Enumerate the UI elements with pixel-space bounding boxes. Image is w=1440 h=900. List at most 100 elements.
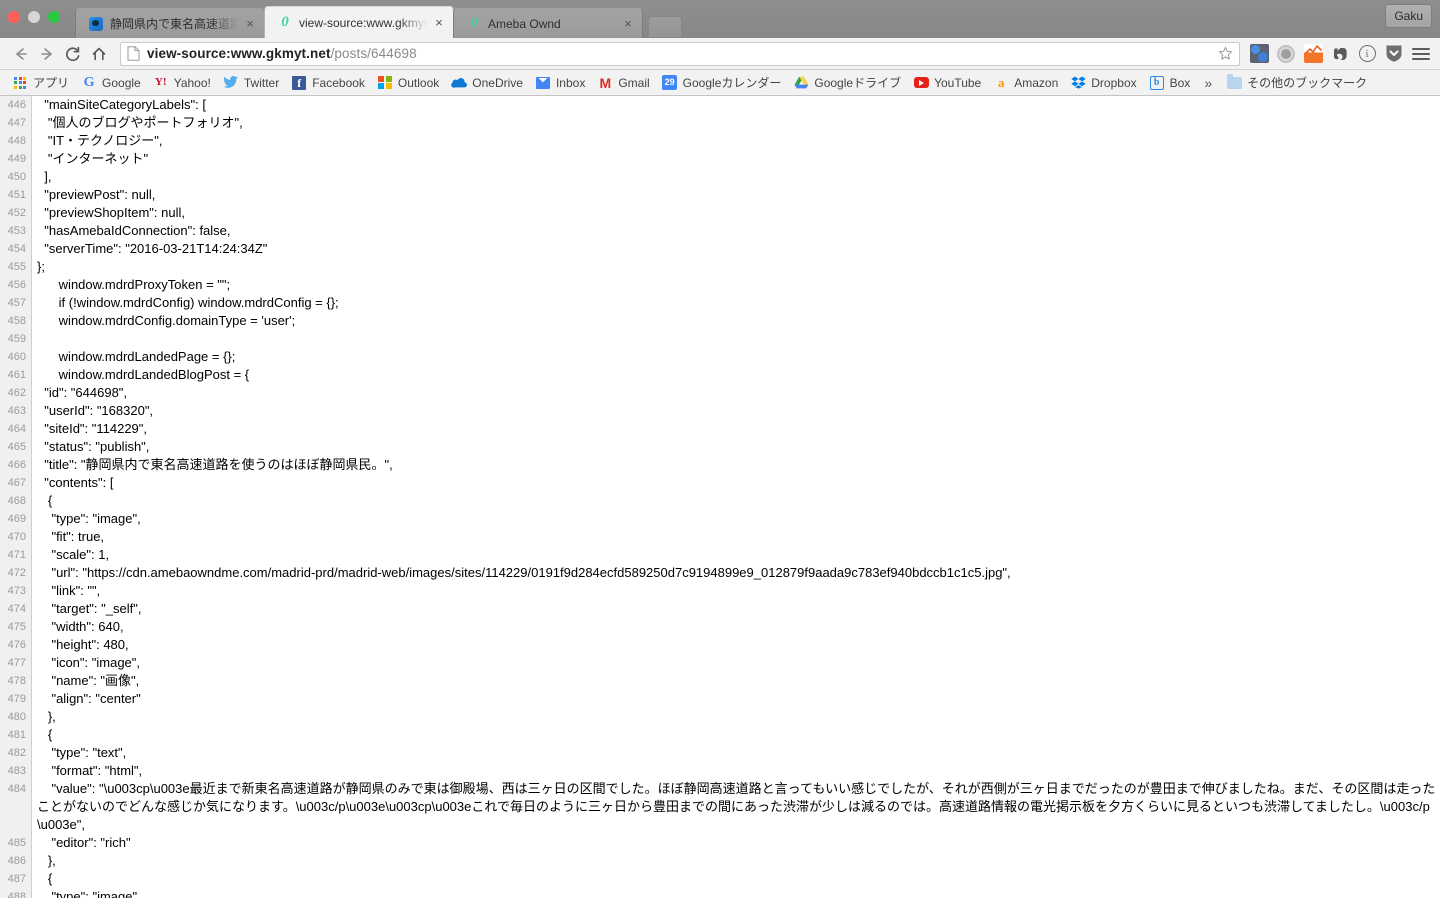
line-content[interactable]: },: [31, 708, 1440, 726]
line-content[interactable]: "target": "_self",: [31, 600, 1440, 618]
line-number: 484: [7, 783, 26, 795]
evernote-elephant-icon[interactable]: [1329, 43, 1351, 65]
shield-extension-icon[interactable]: [1383, 43, 1405, 65]
line-content[interactable]: window.mdrdProxyToken = "";: [31, 276, 1440, 294]
info-circle-extension-icon[interactable]: i: [1356, 43, 1378, 65]
source-line: 453 "hasAmebaIdConnection": false,: [0, 222, 1440, 240]
line-content[interactable]: "hasAmebaIdConnection": false,: [31, 222, 1440, 240]
profile-button[interactable]: Gaku: [1385, 4, 1432, 28]
line-content[interactable]: "serverTime": "2016-03-21T14:24:34Z": [31, 240, 1440, 258]
line-content[interactable]: };: [31, 258, 1440, 276]
line-content[interactable]: "contents": [: [31, 474, 1440, 492]
puzzle-extension-icon[interactable]: [1248, 43, 1270, 65]
line-content[interactable]: "status": "publish",: [31, 438, 1440, 456]
tab-2[interactable]: 0 Ameba Ownd ×: [453, 8, 643, 38]
bookmark-other-bookmarks-label: その他のブックマーク: [1247, 76, 1368, 90]
line-content[interactable]: "type": "image",: [31, 510, 1440, 528]
bookmark-facebook[interactable]: f Facebook: [285, 72, 371, 94]
bookmark-star-icon[interactable]: [1215, 44, 1235, 64]
window-minimize-button[interactable]: [28, 11, 40, 23]
tab-list: 静岡県内で東名高速道路を使う × 0 view-source:www.gkmyt…: [75, 0, 682, 38]
window-close-button[interactable]: [8, 11, 20, 23]
line-number: 476: [7, 639, 26, 651]
line-content[interactable]: "link": "",: [31, 582, 1440, 600]
bookmarks-overflow-button[interactable]: »: [1196, 75, 1220, 91]
line-content[interactable]: "type": "image",: [31, 888, 1440, 898]
tab-1[interactable]: 0 view-source:www.gkmyt.ne ×: [264, 6, 454, 38]
line-content[interactable]: "format": "html",: [31, 762, 1440, 780]
line-content[interactable]: window.mdrdConfig.domainType = 'user';: [31, 312, 1440, 330]
bookmark-other-bookmarks[interactable]: その他のブックマーク: [1220, 72, 1373, 94]
bookmark-google[interactable]: G Google: [75, 72, 147, 94]
tab-0[interactable]: 静岡県内で東名高速道路を使う ×: [75, 8, 265, 38]
line-content[interactable]: "個人のブログやポートフォリオ",: [31, 114, 1440, 132]
line-content[interactable]: "mainSiteCategoryLabels": [: [31, 96, 1440, 114]
line-content[interactable]: "previewShopItem": null,: [31, 204, 1440, 222]
line-content[interactable]: "url": "https://cdn.amebaowndme.com/madr…: [31, 564, 1440, 582]
new-tab-button[interactable]: [648, 16, 682, 38]
bookmark-google-calendar[interactable]: 29 Googleカレンダー: [656, 72, 788, 94]
source-line: 481 {: [0, 726, 1440, 744]
line-content[interactable]: "userId": "168320",: [31, 402, 1440, 420]
line-content[interactable]: "title": "静岡県内で東名高速道路を使うのはほぼ静岡県民。",: [31, 456, 1440, 474]
home-icon[interactable]: [86, 41, 112, 67]
back-icon[interactable]: [8, 41, 34, 67]
line-content[interactable]: window.mdrdLandedPage = {};: [31, 348, 1440, 366]
bookmark-youtube[interactable]: YouTube: [907, 72, 987, 94]
bookmark-box[interactable]: b Box: [1143, 72, 1197, 94]
bookmark-amazon[interactable]: a Amazon: [987, 72, 1064, 94]
orange-chart-extension-icon[interactable]: [1302, 43, 1324, 65]
bookmark-dropbox[interactable]: Dropbox: [1064, 72, 1142, 94]
address-bar-url[interactable]: view-source:www.gkmyt.net/posts/644698: [147, 46, 1215, 61]
bookmark-gmail[interactable]: M Gmail: [591, 72, 655, 94]
line-content[interactable]: "scale": 1,: [31, 546, 1440, 564]
bookmark-yahoo[interactable]: Y! Yahoo!: [147, 72, 217, 94]
bookmark-google-drive[interactable]: Googleドライブ: [787, 72, 907, 94]
line-content[interactable]: if (!window.mdrdConfig) window.mdrdConfi…: [31, 294, 1440, 312]
source-line: 462 "id": "644698",: [0, 384, 1440, 402]
bookmark-twitter-label: Twitter: [243, 75, 280, 90]
line-content[interactable]: {: [31, 492, 1440, 510]
ameba-owned-favicon: 0: [470, 15, 478, 31]
bookmark-outlook[interactable]: Outlook: [371, 72, 445, 94]
address-bar[interactable]: view-source:www.gkmyt.net/posts/644698: [120, 41, 1240, 66]
bookmark-inbox[interactable]: Inbox: [529, 72, 591, 94]
line-content[interactable]: "value": "\u003cp\u003e最近まで新東名高速道路が静岡県のみ…: [31, 780, 1440, 834]
line-content[interactable]: "name": "画像",: [31, 672, 1440, 690]
line-content[interactable]: "previewPost": null,: [31, 186, 1440, 204]
bookmark-twitter[interactable]: Twitter: [217, 72, 285, 94]
line-content[interactable]: "width": 640,: [31, 618, 1440, 636]
line-content[interactable]: "type": "text",: [31, 744, 1440, 762]
line-number: 473: [7, 585, 26, 597]
line-content[interactable]: "height": 480,: [31, 636, 1440, 654]
line-content[interactable]: {: [31, 726, 1440, 744]
chrome-menu-icon[interactable]: [1410, 43, 1432, 65]
source-line: 477 "icon": "image",: [0, 654, 1440, 672]
line-content[interactable]: },: [31, 852, 1440, 870]
line-number: 468: [7, 495, 26, 507]
reload-icon[interactable]: [60, 41, 86, 67]
line-content[interactable]: window.mdrdLandedBlogPost = {: [31, 366, 1440, 384]
line-content[interactable]: "editor": "rich": [31, 834, 1440, 852]
source-line: 488 "type": "image",: [0, 888, 1440, 898]
line-content[interactable]: "siteId": "114229",: [31, 420, 1440, 438]
bookmark-apps[interactable]: アプリ: [6, 72, 75, 94]
line-content[interactable]: "align": "center": [31, 690, 1440, 708]
window-zoom-button[interactable]: [48, 11, 60, 23]
tab-0-close-icon[interactable]: ×: [242, 16, 258, 32]
line-content[interactable]: "fit": true,: [31, 528, 1440, 546]
line-content[interactable]: {: [31, 870, 1440, 888]
forward-icon[interactable]: [34, 41, 60, 67]
source-line: 474 "target": "_self",: [0, 600, 1440, 618]
line-content[interactable]: "id": "644698",: [31, 384, 1440, 402]
line-content[interactable]: ],: [31, 168, 1440, 186]
gray-circle-extension-icon[interactable]: [1275, 43, 1297, 65]
line-content[interactable]: "icon": "image",: [31, 654, 1440, 672]
line-content[interactable]: "インターネット": [31, 150, 1440, 168]
source-code-listing[interactable]: 446 "mainSiteCategoryLabels": [447 "個人のブ…: [0, 96, 1440, 898]
bookmark-onedrive[interactable]: OneDrive: [445, 72, 529, 94]
tab-2-close-icon[interactable]: ×: [620, 16, 636, 32]
source-line: 469 "type": "image",: [0, 510, 1440, 528]
line-content[interactable]: "IT・テクノロジー",: [31, 132, 1440, 150]
tab-1-close-icon[interactable]: ×: [431, 15, 447, 31]
